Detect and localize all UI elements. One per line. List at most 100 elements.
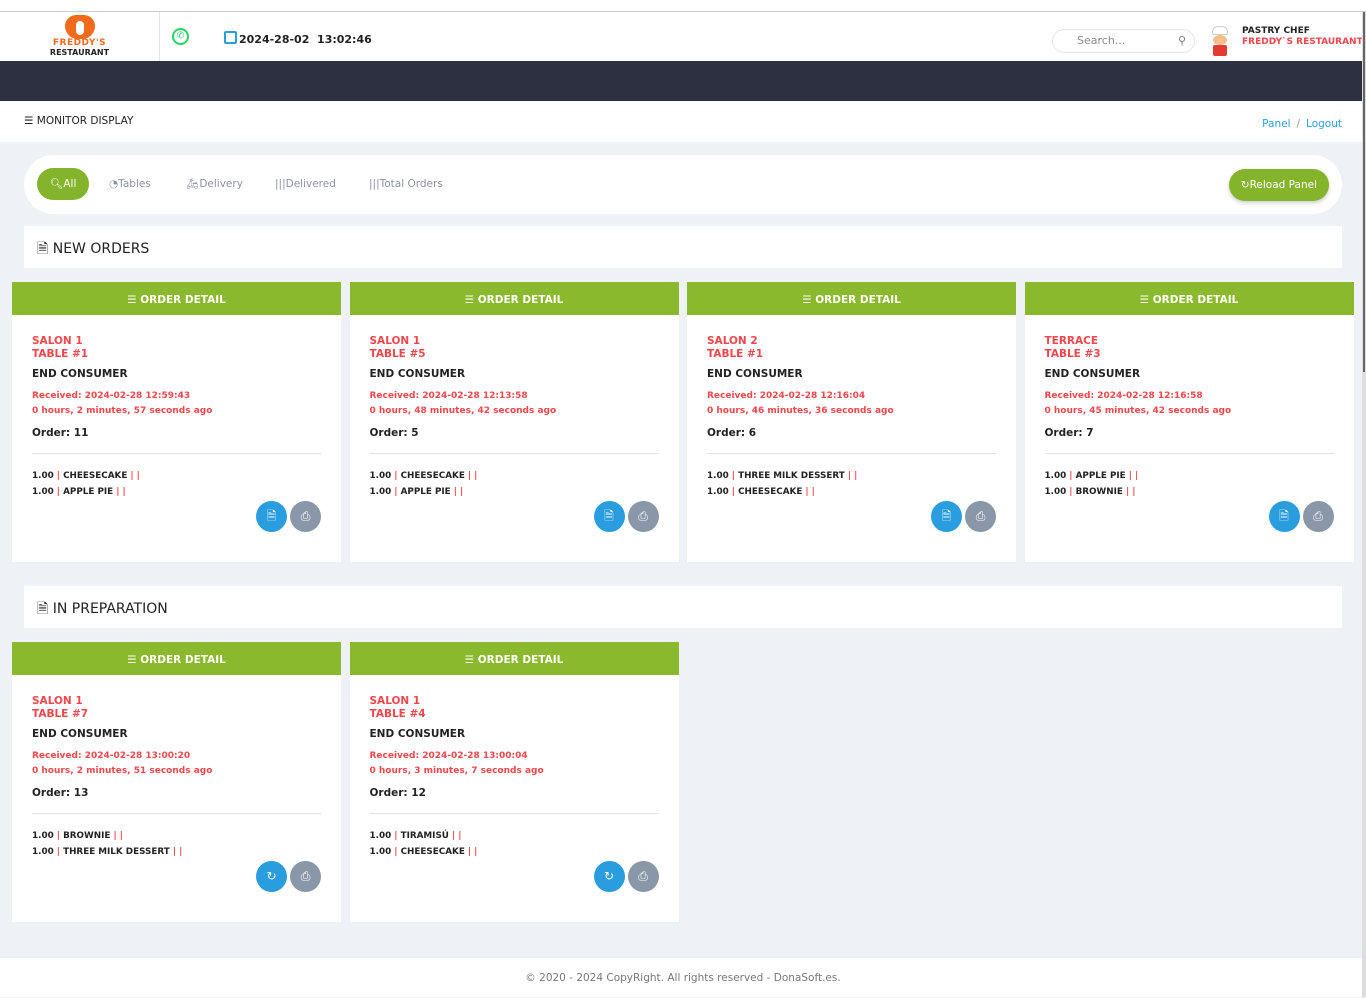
order-detail-header[interactable]: ☰ ORDER DETAIL bbox=[12, 282, 341, 315]
order-item: 1.00 | BROWNIE | | bbox=[1044, 487, 1136, 497]
in-preparation-heading: 🗎 IN PREPARATION bbox=[24, 586, 1342, 628]
reload-panel-button[interactable]: ↻Reload Panel bbox=[1228, 169, 1329, 201]
search-icon[interactable]: ⚲ bbox=[1178, 34, 1186, 47]
reload-label: Reload Panel bbox=[1249, 179, 1317, 191]
search-icon: 🔍︎ bbox=[50, 178, 64, 190]
print-icon: ⎙ bbox=[638, 869, 648, 883]
logo-subname: RESTAURANT bbox=[49, 48, 110, 57]
print-button[interactable]: ⎙ bbox=[290, 861, 321, 892]
filter-label: All bbox=[63, 178, 77, 190]
order-detail-header[interactable]: ☰ ORDER DETAIL bbox=[349, 642, 679, 675]
whatsapp-icon[interactable]: ✆ bbox=[172, 28, 189, 45]
item-qty: 1.00 bbox=[32, 471, 54, 481]
order-area: SALON 2 bbox=[707, 335, 758, 347]
restaurant-logo[interactable]: FREDDY'S RESTAURANT bbox=[0, 12, 160, 61]
received-time: Received: 2024-02-28 13:00:04 bbox=[369, 751, 528, 761]
card-header-label: ORDER DETAIL bbox=[477, 294, 564, 306]
breadcrumb: Panel / Logout bbox=[1262, 118, 1342, 130]
breadcrumb-panel[interactable]: Panel bbox=[1262, 118, 1290, 130]
view-document-button[interactable]: 🗎 bbox=[256, 501, 287, 532]
order-item: 1.00 | CHEESECAKE | | bbox=[369, 471, 478, 481]
card-header-label: ORDER DETAIL bbox=[140, 294, 226, 306]
customer: END CONSUMER bbox=[1044, 368, 1141, 380]
avatar[interactable] bbox=[1208, 26, 1236, 58]
order-detail-header[interactable]: ☰ ORDER DETAIL bbox=[1024, 282, 1354, 315]
scrollbar[interactable] bbox=[1362, 12, 1366, 997]
item-qty: 1.00 bbox=[369, 471, 392, 481]
customer: END CONSUMER bbox=[707, 368, 803, 380]
item-qty: 1.00 bbox=[369, 847, 392, 857]
view-document-button[interactable]: 🗎 bbox=[1268, 501, 1300, 532]
customer: END CONSUMER bbox=[369, 368, 466, 380]
order-item: 1.00 | CHEESECAKE | | bbox=[32, 471, 140, 481]
monitor-icon: ☰ bbox=[24, 115, 37, 127]
item-name: BROWNIE bbox=[63, 831, 111, 841]
filter-all[interactable]: 🔍︎All bbox=[37, 168, 90, 200]
view-document-button[interactable]: 🗎 bbox=[593, 501, 625, 532]
order-item: 1.00 | APPLE PIE | | bbox=[1044, 471, 1139, 481]
customer: END CONSUMER bbox=[32, 728, 128, 740]
view-document-button[interactable]: 🗎 bbox=[931, 501, 962, 532]
card-header-label: ORDER DETAIL bbox=[140, 654, 226, 666]
filter-label: Total Orders bbox=[379, 178, 443, 190]
order-area: SALON 1 bbox=[32, 335, 83, 347]
item-name: CHEESECAKE bbox=[400, 471, 465, 481]
received-time: Received: 2024-02-28 12:16:04 bbox=[707, 391, 866, 401]
filter-delivery[interactable]: 🛵︎Delivery bbox=[186, 168, 243, 200]
order-item: 1.00 | CHEESECAKE | | bbox=[369, 847, 478, 857]
refresh-status-button[interactable]: ↻ bbox=[593, 861, 625, 892]
order-area: TERRACE bbox=[1044, 335, 1099, 347]
document-icon: 🗎 bbox=[1279, 509, 1289, 523]
calendar-icon bbox=[224, 31, 237, 44]
refresh-status-button[interactable]: ↻ bbox=[256, 861, 287, 892]
logo-name: FREDDY'S bbox=[52, 38, 107, 48]
order-number: Order: 6 bbox=[707, 427, 757, 439]
order-detail-header[interactable]: ☰ ORDER DETAIL bbox=[12, 642, 341, 675]
filter-total-orders[interactable]: |||Total Orders bbox=[369, 168, 443, 200]
list-icon: ☰ bbox=[464, 294, 478, 306]
order-table: TABLE #1 bbox=[707, 348, 764, 360]
print-button[interactable]: ⎙ bbox=[627, 861, 659, 892]
filter-tables[interactable]: ◔Tables bbox=[109, 168, 151, 200]
item-name: THREE MILK DESSERT bbox=[738, 471, 845, 481]
elapsed-time: 0 hours, 2 minutes, 57 seconds ago bbox=[32, 406, 213, 416]
elapsed-time: 0 hours, 3 minutes, 7 seconds ago bbox=[369, 766, 544, 776]
logout-link[interactable]: Logout bbox=[1306, 118, 1342, 130]
motorcycle-icon: 🛵︎ bbox=[186, 178, 200, 190]
filter-label: Delivered bbox=[285, 178, 336, 190]
divider bbox=[32, 453, 321, 454]
order-card: ☰ ORDER DETAIL SALON 1 TABLE #4 END CONS… bbox=[349, 642, 679, 922]
item-name: TIRAMISÚ bbox=[400, 831, 449, 841]
top-edge bbox=[0, 0, 1366, 12]
logo-icon bbox=[64, 15, 95, 39]
elapsed-time: 0 hours, 46 minutes, 36 seconds ago bbox=[707, 406, 894, 416]
order-number: Order: 7 bbox=[1044, 427, 1094, 439]
top-bar: FREDDY'S RESTAURANT ✆ 2024-28-02 13:02:4… bbox=[0, 12, 1366, 61]
print-icon: ⎙ bbox=[300, 869, 311, 883]
print-button[interactable]: ⎙ bbox=[1302, 501, 1334, 532]
print-button[interactable]: ⎙ bbox=[290, 501, 321, 532]
filter-delivered[interactable]: |||Delivered bbox=[275, 168, 336, 200]
order-detail-header[interactable]: ☰ ORDER DETAIL bbox=[687, 282, 1016, 315]
refresh-icon: ↻ bbox=[1240, 179, 1250, 191]
received-time: Received: 2024-02-28 12:59:43 bbox=[32, 391, 191, 401]
order-detail-header[interactable]: ☰ ORDER DETAIL bbox=[349, 282, 679, 315]
divider bbox=[1044, 453, 1334, 454]
footer: © 2020 - 2024 CopyRight. All rights rese… bbox=[0, 958, 1366, 997]
order-table: TABLE #7 bbox=[32, 708, 89, 720]
order-card: ☰ ORDER DETAIL SALON 2 TABLE #1 END CONS… bbox=[687, 282, 1016, 562]
order-number: Order: 12 bbox=[369, 787, 426, 799]
user-role: PASTRY CHEF bbox=[1242, 26, 1310, 36]
document-icon: 🗎 bbox=[604, 509, 614, 523]
item-qty: 1.00 bbox=[707, 487, 729, 497]
time: 13:02:46 bbox=[317, 33, 372, 46]
print-button[interactable]: ⎙ bbox=[965, 501, 996, 532]
elapsed-time: 0 hours, 2 minutes, 51 seconds ago bbox=[32, 766, 213, 776]
item-qty: 1.00 bbox=[369, 487, 392, 497]
print-button[interactable]: ⎙ bbox=[627, 501, 659, 532]
page-title: ☰ MONITOR DISPLAY bbox=[24, 115, 133, 127]
search-input[interactable]: Search... ⚲ bbox=[1052, 29, 1195, 53]
order-table: TABLE #5 bbox=[369, 348, 426, 360]
item-name: THREE MILK DESSERT bbox=[63, 847, 170, 857]
table-icon: ◔ bbox=[109, 178, 119, 190]
